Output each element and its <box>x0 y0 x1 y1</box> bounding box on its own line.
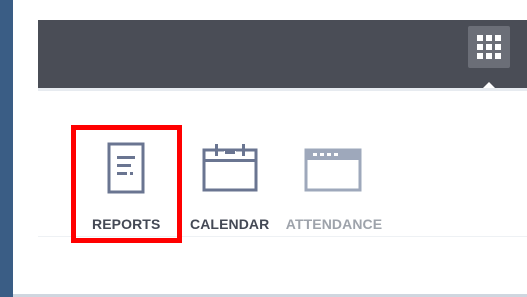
apps-grid-button[interactable] <box>468 26 510 68</box>
highlight-box <box>71 125 182 243</box>
app-item-attendance[interactable]: ATTENDANCE <box>284 142 384 232</box>
top-toolbar <box>38 20 527 89</box>
calendar-icon <box>202 144 258 192</box>
grid-icon <box>477 35 501 59</box>
divider <box>38 88 527 91</box>
attendance-icon <box>304 148 362 192</box>
app-item-calendar[interactable]: CALENDAR <box>190 142 269 232</box>
app-label-attendance: ATTENDANCE <box>285 216 383 232</box>
app-label-calendar: CALENDAR <box>190 216 270 232</box>
